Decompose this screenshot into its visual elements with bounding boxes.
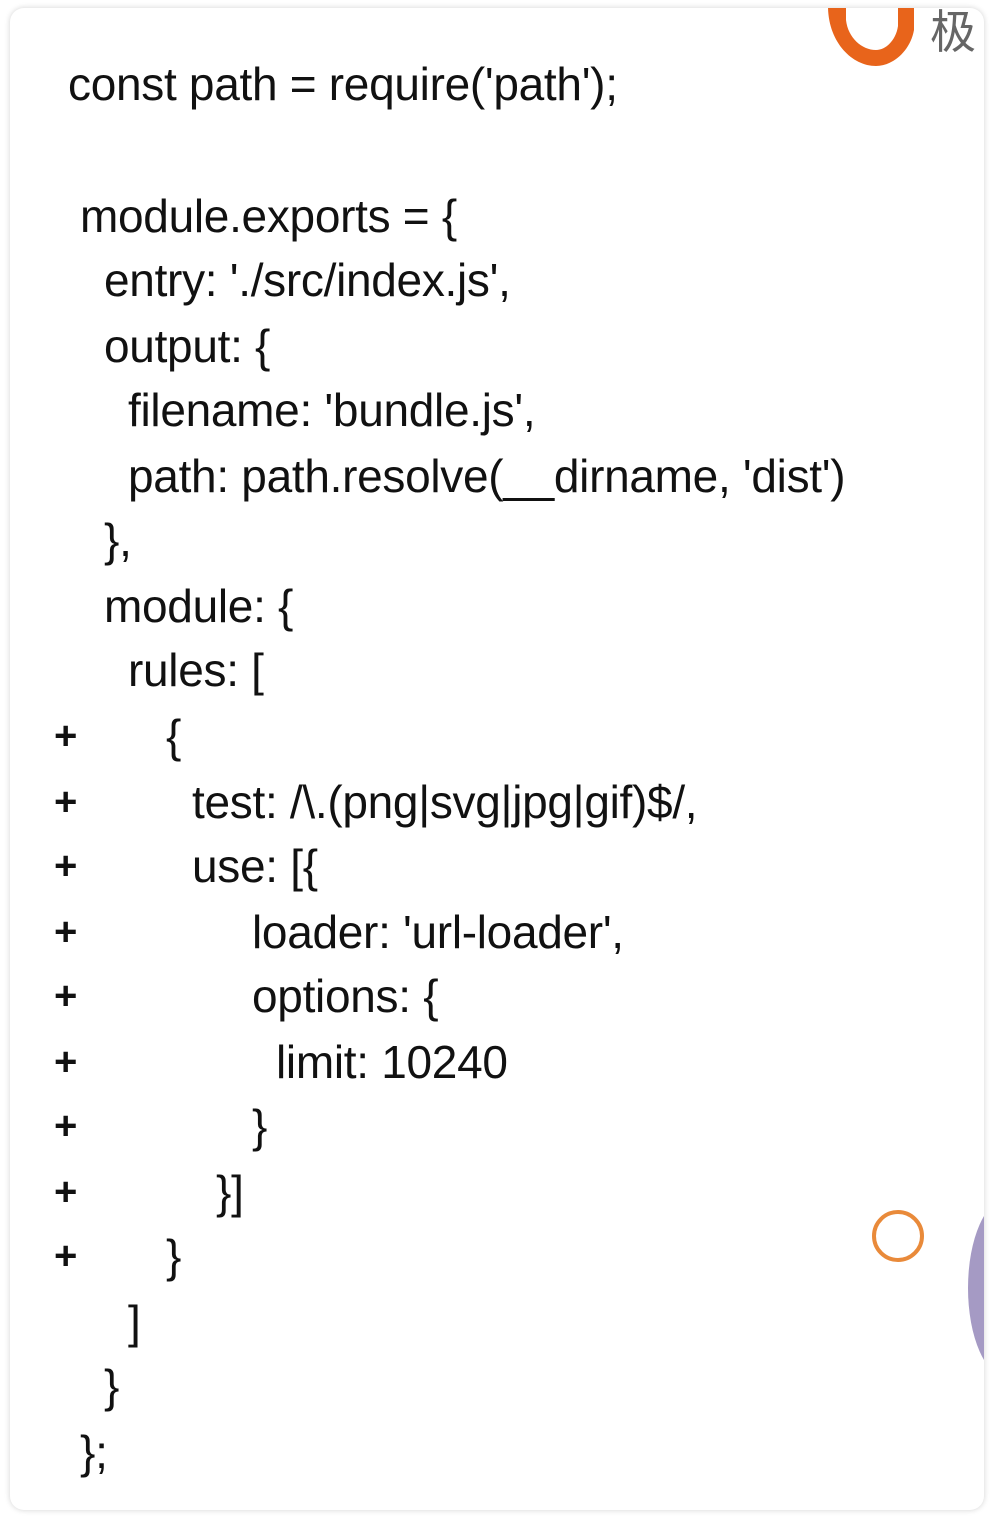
code-line-9: rules: [ bbox=[128, 644, 264, 696]
code-line-1: const path = require('path'); bbox=[68, 58, 618, 110]
diff-plus-marker: + bbox=[54, 1040, 78, 1084]
code-line-13: loader: 'url-loader', bbox=[252, 906, 624, 958]
code-line-17: }] bbox=[216, 1166, 244, 1218]
code-line-3: entry: './src/index.js', bbox=[104, 254, 511, 306]
code-line-7: }, bbox=[104, 514, 132, 566]
code-line-21: }; bbox=[80, 1426, 108, 1478]
code-line-5: filename: 'bundle.js', bbox=[128, 384, 536, 436]
diff-plus-marker: + bbox=[54, 1104, 78, 1148]
diff-plus-marker: + bbox=[54, 910, 78, 954]
code-line-14: options: { bbox=[252, 970, 439, 1022]
code-line-12: use: [{ bbox=[192, 840, 318, 892]
code-line-16: } bbox=[252, 1100, 268, 1152]
code-line-4: output: { bbox=[104, 320, 271, 372]
code-line-2: module.exports = { bbox=[80, 190, 457, 242]
diff-plus-marker: + bbox=[54, 780, 78, 824]
code-block: const path = require('path'); module.exp… bbox=[10, 8, 984, 1510]
diff-plus-marker: + bbox=[54, 1234, 78, 1278]
code-line-19: ] bbox=[128, 1296, 141, 1348]
diff-plus-marker: + bbox=[54, 844, 78, 888]
code-card: 极 const path = require('path'); module.e… bbox=[10, 8, 984, 1510]
code-line-10: { bbox=[166, 710, 182, 762]
diff-plus-marker: + bbox=[54, 714, 78, 758]
code-line-6: path: path.resolve(__dirname, 'dist') bbox=[128, 450, 846, 502]
code-line-18: } bbox=[166, 1230, 182, 1282]
code-line-20: } bbox=[104, 1360, 120, 1412]
code-line-15: limit: 10240 bbox=[276, 1036, 508, 1088]
diff-plus-marker: + bbox=[54, 1170, 78, 1214]
code-line-11: test: /\.(png|svg|jpg|gif)$/, bbox=[192, 776, 698, 828]
record-ring-icon[interactable] bbox=[872, 1210, 924, 1262]
diff-plus-marker: + bbox=[54, 974, 78, 1018]
code-line-8: module: { bbox=[104, 580, 294, 632]
